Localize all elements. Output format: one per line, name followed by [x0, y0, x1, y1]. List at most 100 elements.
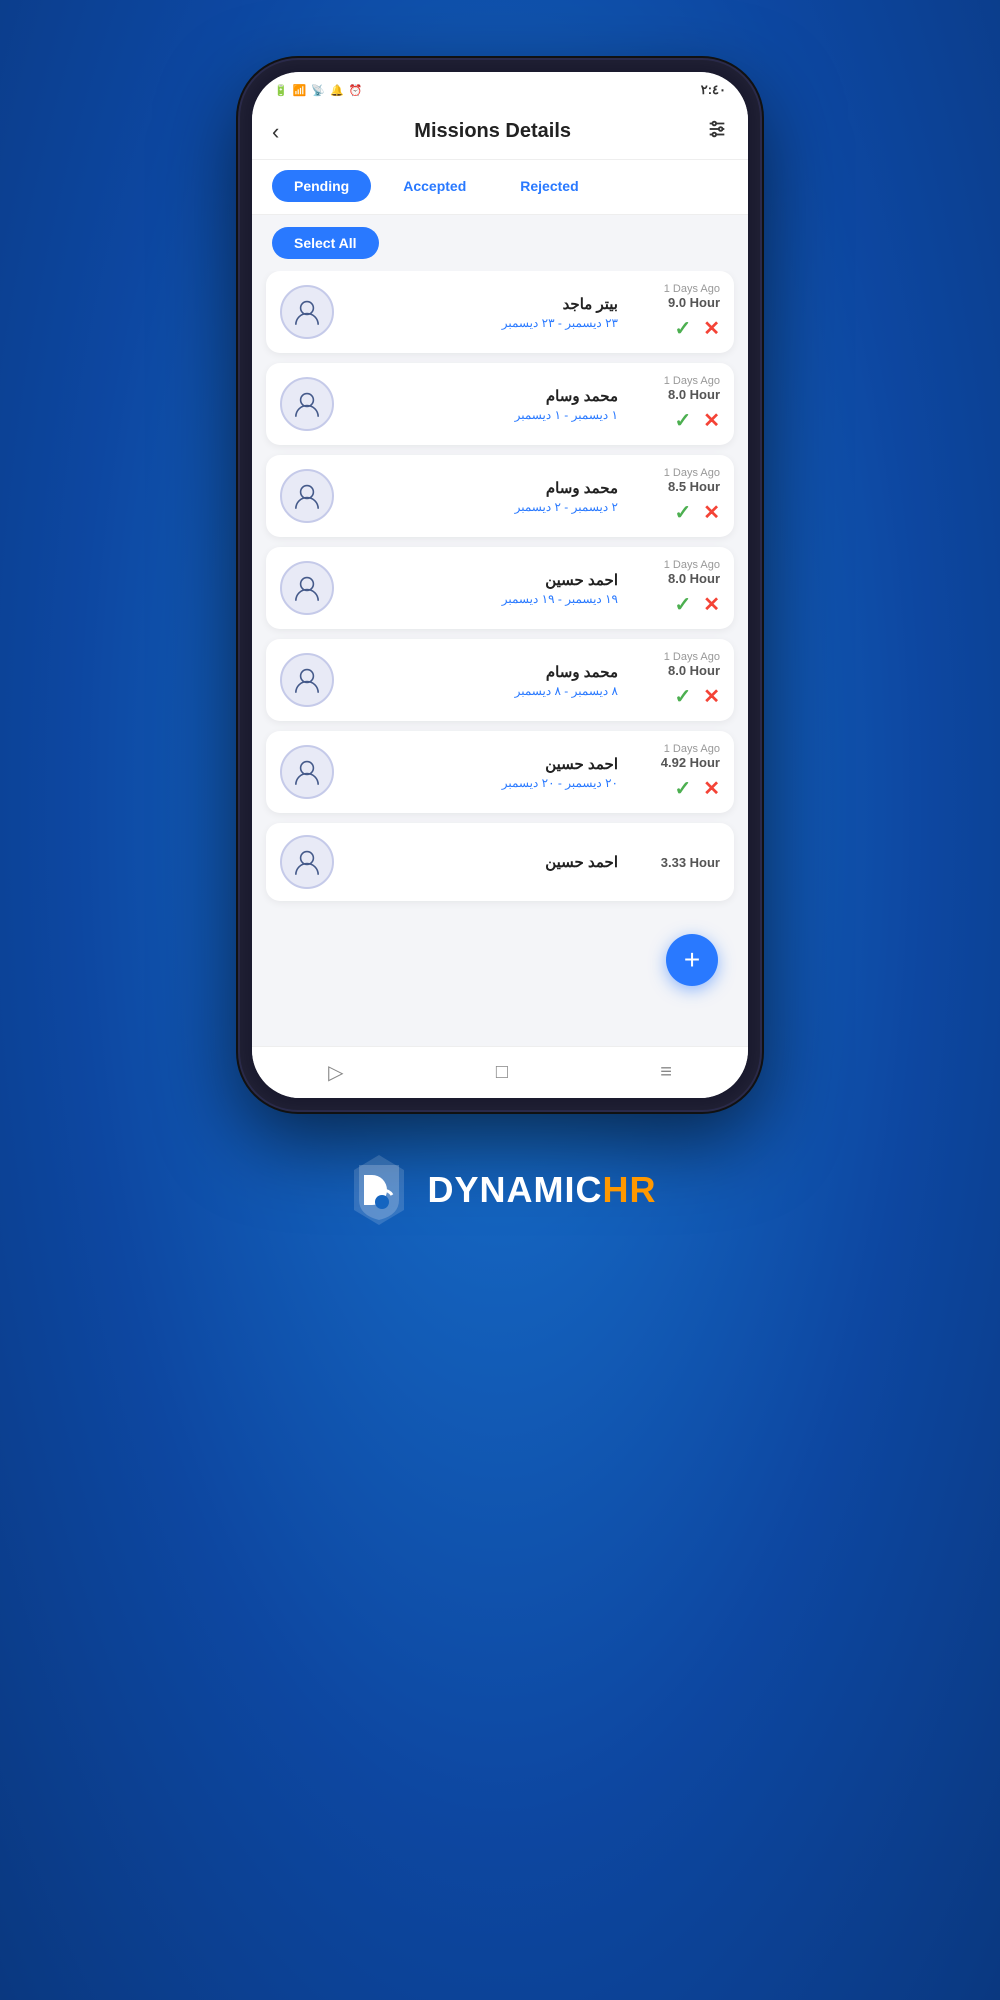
brand-name: DYNAMICHR [428, 1169, 657, 1211]
tab-rejected[interactable]: Rejected [498, 170, 600, 202]
phone-frame: 🔋 📶 📡 🔔 ⏰ ٢:٤٠ ‹ Missions Details [240, 60, 760, 1110]
accept-icon-1[interactable]: ✓ [674, 316, 691, 341]
meta-time-2: 1 Days Ago [630, 375, 720, 387]
mission-name-5: محمد وسام [346, 663, 618, 681]
filter-icon[interactable] [706, 118, 728, 145]
meta-actions-5: ✓ ✕ [630, 684, 720, 709]
select-all-bar: Select All [252, 215, 748, 271]
mission-name-2: محمد وسام [346, 387, 618, 405]
mission-date-1: ٢٣ ديسمبر - ٢٣ ديسمبر [346, 316, 618, 330]
mission-meta-7: 3.33 Hour [630, 855, 720, 870]
mission-date-4: ١٩ ديسمبر - ١٩ ديسمبر [346, 592, 618, 606]
accept-icon-4[interactable]: ✓ [674, 592, 691, 617]
mission-card-7: احمد حسين 3.33 Hour [266, 823, 734, 901]
avatar-4 [280, 561, 334, 615]
meta-time-5: 1 Days Ago [630, 651, 720, 663]
meta-actions-1: ✓ ✕ [630, 316, 720, 341]
meta-actions-4: ✓ ✕ [630, 592, 720, 617]
brand-dynamic: DYNAMIC [428, 1169, 603, 1210]
mission-info-3: محمد وسام ٢ ديسمبر - ٢ ديسمبر [346, 479, 618, 514]
nav-home-icon[interactable]: □ [496, 1061, 508, 1084]
avatar-5 [280, 653, 334, 707]
page-title: Missions Details [414, 120, 571, 143]
avatar-2 [280, 377, 334, 431]
bell-icon: 🔔 [330, 84, 344, 97]
meta-hours-7: 3.33 Hour [630, 855, 720, 870]
meta-actions-6: ✓ ✕ [630, 776, 720, 801]
status-time: ٢:٤٠ [701, 82, 726, 98]
nav-menu-icon[interactable]: ≡ [660, 1061, 672, 1084]
status-bar: 🔋 📶 📡 🔔 ⏰ ٢:٤٠ [252, 72, 748, 108]
mission-date-6: ٢٠ ديسمبر - ٢٠ ديسمبر [346, 776, 618, 790]
meta-time-4: 1 Days Ago [630, 559, 720, 571]
meta-hours-1: 9.0 Hour [630, 295, 720, 310]
mission-info-5: محمد وسام ٨ ديسمبر - ٨ ديسمبر [346, 663, 618, 698]
nav-play-icon[interactable]: ▷ [328, 1060, 343, 1085]
select-all-button[interactable]: Select All [272, 227, 379, 259]
tab-pending[interactable]: Pending [272, 170, 371, 202]
mission-card-5: محمد وسام ٨ ديسمبر - ٨ ديسمبر 1 Days Ago… [266, 639, 734, 721]
mission-info-1: بيتر ماجد ٢٣ ديسمبر - ٢٣ ديسمبر [346, 295, 618, 330]
mission-card-2: محمد وسام ١ ديسمبر - ١ ديسمبر 1 Days Ago… [266, 363, 734, 445]
reject-icon-6[interactable]: ✕ [703, 776, 720, 801]
mission-name-3: محمد وسام [346, 479, 618, 497]
status-icons: 🔋 📶 📡 🔔 ⏰ [274, 84, 363, 97]
back-button[interactable]: ‹ [272, 119, 279, 145]
reject-icon-1[interactable]: ✕ [703, 316, 720, 341]
mission-meta-5: 1 Days Ago 8.0 Hour ✓ ✕ [630, 651, 720, 709]
signal-icon: 📶 [293, 84, 307, 97]
brand-logo-icon [344, 1150, 414, 1230]
mission-date-3: ٢ ديسمبر - ٢ ديسمبر [346, 500, 618, 514]
mission-name-6: احمد حسين [346, 755, 618, 773]
mission-info-4: احمد حسين ١٩ ديسمبر - ١٩ ديسمبر [346, 571, 618, 606]
reject-icon-2[interactable]: ✕ [703, 408, 720, 433]
mission-date-2: ١ ديسمبر - ١ ديسمبر [346, 408, 618, 422]
bottom-nav: ▷ □ ≡ [252, 1046, 748, 1098]
battery-icon: 🔋 [274, 84, 288, 97]
app-header: ‹ Missions Details [252, 108, 748, 160]
reject-icon-4[interactable]: ✕ [703, 592, 720, 617]
mission-info-2: محمد وسام ١ ديسمبر - ١ ديسمبر [346, 387, 618, 422]
mission-meta-2: 1 Days Ago 8.0 Hour ✓ ✕ [630, 375, 720, 433]
tabs-bar: Pending Accepted Rejected [252, 160, 748, 215]
meta-actions-2: ✓ ✕ [630, 408, 720, 433]
meta-time-6: 1 Days Ago [630, 743, 720, 755]
mission-name-1: بيتر ماجد [346, 295, 618, 313]
brand-hr: HR [603, 1169, 657, 1210]
mission-name-4: احمد حسين [346, 571, 618, 589]
mission-card-1: بيتر ماجد ٢٣ ديسمبر - ٢٣ ديسمبر 1 Days A… [266, 271, 734, 353]
mission-meta-3: 1 Days Ago 8.5 Hour ✓ ✕ [630, 467, 720, 525]
accept-icon-6[interactable]: ✓ [674, 776, 691, 801]
alarm-icon: ⏰ [349, 84, 363, 97]
mission-meta-4: 1 Days Ago 8.0 Hour ✓ ✕ [630, 559, 720, 617]
phone-wrapper: 🔋 📶 📡 🔔 ⏰ ٢:٤٠ ‹ Missions Details [240, 60, 760, 1110]
wifi-icon: 📡 [311, 84, 325, 97]
mission-info-7: احمد حسين [346, 853, 618, 871]
mission-meta-1: 1 Days Ago 9.0 Hour ✓ ✕ [630, 283, 720, 341]
accept-icon-5[interactable]: ✓ [674, 684, 691, 709]
mission-card-4: احمد حسين ١٩ ديسمبر - ١٩ ديسمبر 1 Days A… [266, 547, 734, 629]
tab-accepted[interactable]: Accepted [381, 170, 488, 202]
avatar-7 [280, 835, 334, 889]
meta-hours-4: 8.0 Hour [630, 571, 720, 586]
phone-screen: 🔋 📶 📡 🔔 ⏰ ٢:٤٠ ‹ Missions Details [252, 72, 748, 1098]
mission-card-6: احمد حسين ٢٠ ديسمبر - ٢٠ ديسمبر 1 Days A… [266, 731, 734, 813]
meta-hours-6: 4.92 Hour [630, 755, 720, 770]
avatar-1 [280, 285, 334, 339]
avatar-3 [280, 469, 334, 523]
mission-name-7: احمد حسين [346, 853, 618, 871]
meta-hours-2: 8.0 Hour [630, 387, 720, 402]
meta-hours-5: 8.0 Hour [630, 663, 720, 678]
fab-add-button[interactable]: + [666, 934, 718, 986]
meta-actions-3: ✓ ✕ [630, 500, 720, 525]
meta-time-3: 1 Days Ago [630, 467, 720, 479]
accept-icon-3[interactable]: ✓ [674, 500, 691, 525]
reject-icon-5[interactable]: ✕ [703, 684, 720, 709]
mission-card-3: محمد وسام ٢ ديسمبر - ٢ ديسمبر 1 Days Ago… [266, 455, 734, 537]
meta-hours-3: 8.5 Hour [630, 479, 720, 494]
accept-icon-2[interactable]: ✓ [674, 408, 691, 433]
mission-meta-6: 1 Days Ago 4.92 Hour ✓ ✕ [630, 743, 720, 801]
meta-time-1: 1 Days Ago [630, 283, 720, 295]
reject-icon-3[interactable]: ✕ [703, 500, 720, 525]
mission-info-6: احمد حسين ٢٠ ديسمبر - ٢٠ ديسمبر [346, 755, 618, 790]
